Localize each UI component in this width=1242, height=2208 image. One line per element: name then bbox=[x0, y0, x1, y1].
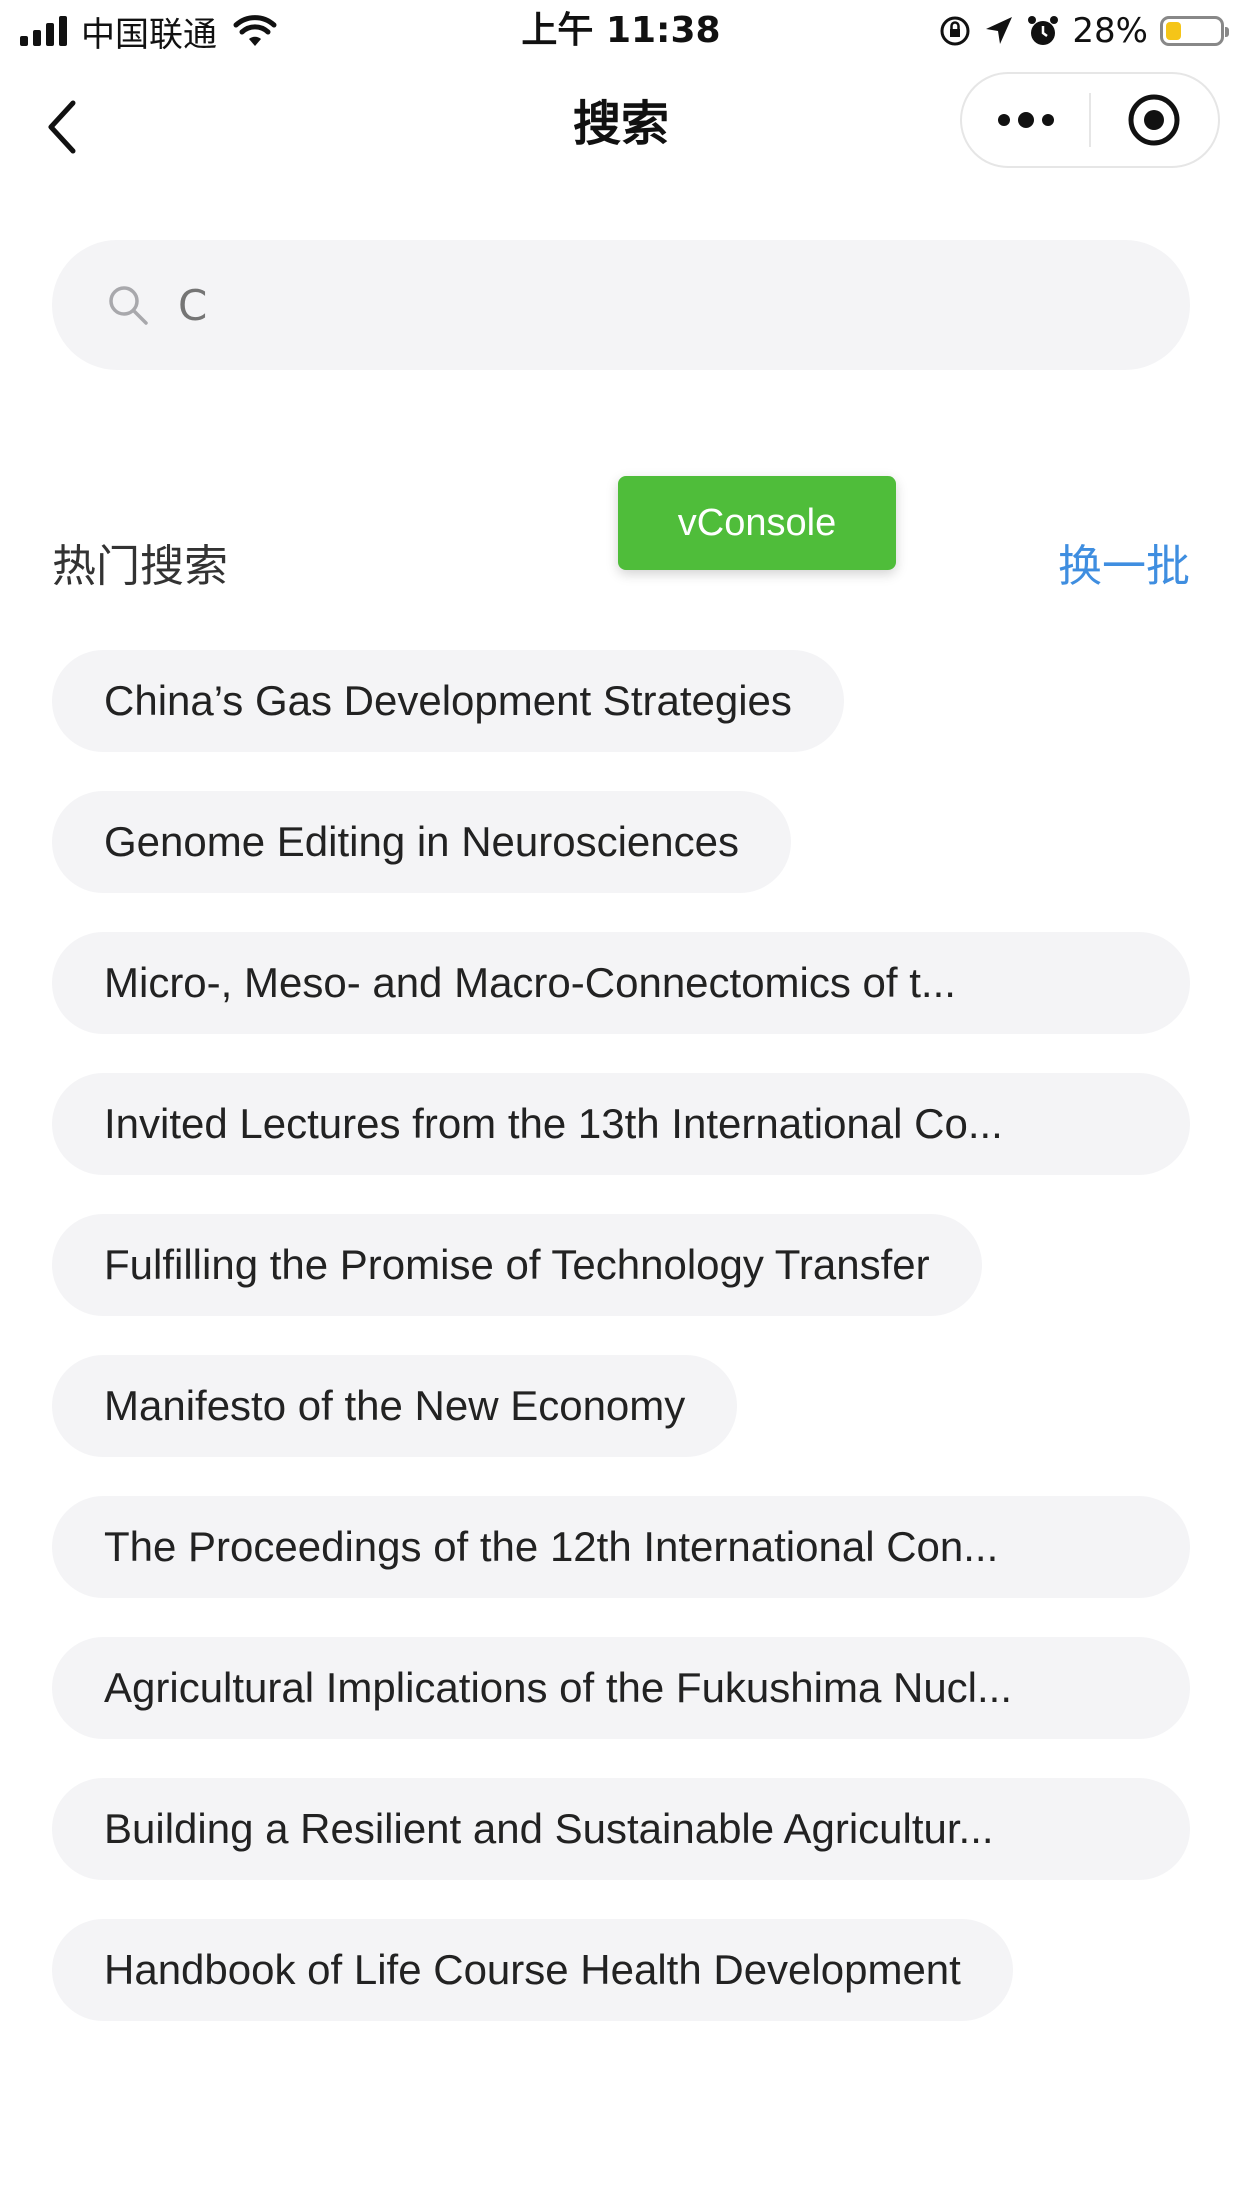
nav-bar: 搜索 bbox=[0, 62, 1242, 188]
hot-search-tag[interactable]: Handbook of Life Course Health Developme… bbox=[52, 1919, 1013, 2021]
search-box[interactable] bbox=[52, 240, 1190, 370]
target-circle-icon bbox=[1128, 94, 1180, 146]
hot-search-tag[interactable]: Building a Resilient and Sustainable Agr… bbox=[52, 1778, 1190, 1880]
hot-search-tag[interactable]: Micro-, Meso- and Macro-Connectomics of … bbox=[52, 932, 1190, 1034]
search-icon bbox=[109, 286, 148, 325]
search-input[interactable] bbox=[176, 279, 1080, 331]
status-bar: 中国联通 上午 11:38 28% bbox=[0, 0, 1242, 62]
refresh-batch-link[interactable]: 换一批 bbox=[1058, 530, 1190, 594]
hot-search-tag[interactable]: The Proceedings of the 12th Internationa… bbox=[52, 1496, 1190, 1598]
alarm-icon bbox=[1028, 16, 1059, 45]
hot-search-tag[interactable]: China’s Gas Development Strategies bbox=[52, 650, 844, 752]
mini-program-capsule bbox=[960, 72, 1220, 168]
location-icon bbox=[986, 17, 1013, 44]
battery-icon bbox=[1160, 16, 1229, 46]
close-program-button[interactable] bbox=[1091, 74, 1218, 166]
hot-search-tag[interactable]: Fulfilling the Promise of Technology Tra… bbox=[52, 1214, 982, 1316]
battery-percent: 28% bbox=[1072, 11, 1148, 51]
vconsole-button[interactable]: vConsole bbox=[618, 476, 896, 570]
orientation-lock-icon bbox=[940, 16, 970, 46]
hot-search-tag[interactable]: Agricultural Implications of the Fukushi… bbox=[52, 1637, 1190, 1739]
hot-search-title: 热门搜索 bbox=[52, 541, 228, 592]
hot-search-tag[interactable]: Manifesto of the New Economy bbox=[52, 1355, 738, 1457]
more-button[interactable] bbox=[962, 74, 1089, 166]
hot-search-tag[interactable]: Genome Editing in Neurosciences bbox=[52, 791, 792, 893]
hot-search-tag[interactable]: Invited Lectures from the 13th Internati… bbox=[52, 1073, 1190, 1175]
battery-fill bbox=[1166, 22, 1181, 40]
more-dots-icon bbox=[997, 112, 1054, 128]
status-right: 28% bbox=[938, 6, 1229, 56]
